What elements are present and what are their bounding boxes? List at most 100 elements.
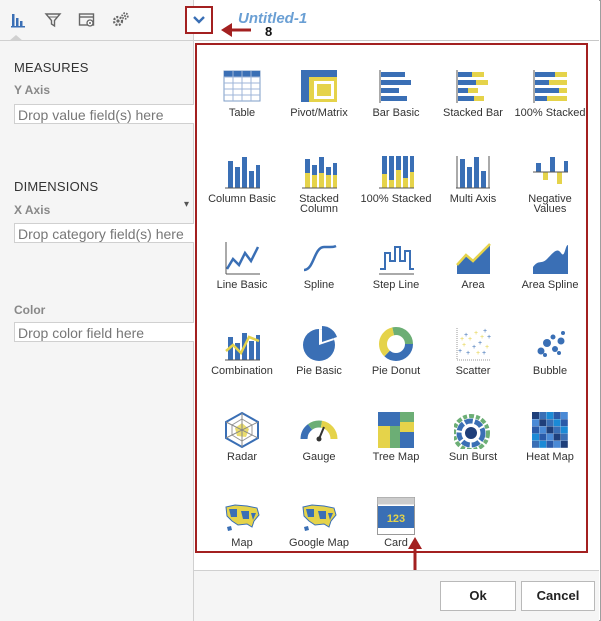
stacked-bar-icon xyxy=(454,67,492,105)
chart-type-label: Spline xyxy=(303,279,335,291)
chart-type-bubble[interactable]: Bubble xyxy=(511,305,589,387)
pivot-matrix-icon xyxy=(300,67,338,105)
chart-type-radar[interactable]: Radar xyxy=(203,391,281,473)
cancel-button[interactable]: Cancel xyxy=(521,581,595,611)
chart-type-label: Heat Map xyxy=(526,451,574,463)
stacked-100-bar-icon xyxy=(531,67,569,105)
sort-icon[interactable]: ▾ xyxy=(184,199,189,210)
chart-type-us-map[interactable]: Map xyxy=(203,477,281,559)
filter-icon[interactable] xyxy=(43,10,63,30)
color-label: Color xyxy=(14,303,46,317)
active-tab-marker xyxy=(9,35,23,41)
svg-text:+: + xyxy=(466,350,470,357)
chart-type-label: Stacked Column xyxy=(299,193,339,215)
chart-type-gallery: Table Pivot/Matrix Bar Basic Stacked Bar 100… xyxy=(195,43,588,553)
chart-type-label: Table xyxy=(228,107,256,119)
settings-window-icon[interactable] xyxy=(77,10,97,30)
svg-text:+: + xyxy=(476,350,480,357)
stacked-column-icon xyxy=(300,153,338,191)
chart-type-label: Sun Burst xyxy=(448,451,498,463)
chart-type-label: Tree Map xyxy=(372,451,420,463)
chart-type-label: Card xyxy=(384,537,408,549)
radar-icon xyxy=(223,411,261,449)
ok-button[interactable]: Ok xyxy=(440,581,516,611)
chart-type-line-basic[interactable]: Line Basic xyxy=(203,219,281,301)
card-icon: 123 xyxy=(377,497,415,535)
panel-toolbar xyxy=(0,0,193,41)
chart-type-label: Gauge xyxy=(302,451,336,463)
google-map-icon xyxy=(300,497,338,535)
gears-icon[interactable] xyxy=(111,10,131,30)
chart-type-step-line[interactable]: Step Line xyxy=(357,219,435,301)
area-icon xyxy=(454,239,492,277)
chart-type-label: Bubble xyxy=(532,365,568,377)
step-line-icon xyxy=(377,239,415,277)
stacked-100-column-icon xyxy=(377,153,415,191)
y-axis-drop-zone[interactable]: Drop value field(s) here xyxy=(14,104,194,124)
chart-type-combination[interactable]: Combination xyxy=(203,305,281,387)
sun-burst-icon xyxy=(452,411,492,452)
chart-type-table[interactable]: Table xyxy=(203,47,281,129)
chart-type-stacked-100-bar[interactable]: 100% Stacked xyxy=(511,47,589,129)
chart-type-stacked-100-column[interactable]: 100% Stacked xyxy=(357,133,435,215)
chart-type-area-spline[interactable]: Area Spline xyxy=(511,219,589,301)
chart-type-scatter[interactable]: + + + + + + + + + + + + + + + Scatter xyxy=(434,305,512,387)
gauge-icon xyxy=(300,411,338,449)
combination-icon xyxy=(223,325,261,363)
chart-type-stacked-bar[interactable]: Stacked Bar xyxy=(434,47,512,129)
tree-map-icon xyxy=(377,411,415,449)
bar-chart-icon[interactable] xyxy=(9,10,29,30)
svg-text:+: + xyxy=(462,342,466,349)
chart-type-label: Combination xyxy=(211,365,273,377)
chart-type-column-basic[interactable]: Column Basic xyxy=(203,133,281,215)
chart-type-google-map[interactable]: Google Map xyxy=(280,477,358,559)
chart-type-negative-values[interactable]: Negative Values xyxy=(511,133,589,215)
svg-text:+: + xyxy=(482,350,486,357)
card-value: 123 xyxy=(387,513,405,525)
line-basic-icon xyxy=(223,239,261,277)
table-icon xyxy=(223,67,261,105)
svg-text:+: + xyxy=(474,330,478,337)
chart-type-stacked-column[interactable]: Stacked Column xyxy=(280,133,358,215)
bubble-icon xyxy=(531,325,569,363)
chart-type-label: Scatter xyxy=(455,365,491,377)
svg-text:+: + xyxy=(487,334,491,341)
spline-icon xyxy=(300,239,338,277)
chart-type-label: Pie Donut xyxy=(371,365,421,377)
x-axis-drop-zone[interactable]: Drop category field(s) here xyxy=(14,223,194,243)
field-panel: MEASURES Y Axis Drop value field(s) here… xyxy=(0,0,194,621)
chart-type-multi-axis[interactable]: Multi Axis xyxy=(434,133,512,215)
chart-type-gauge[interactable]: Gauge xyxy=(280,391,358,473)
chart-type-label: Area xyxy=(461,279,485,291)
chart-type-pie-basic[interactable]: Pie Basic xyxy=(280,305,358,387)
chart-type-heat-map[interactable]: Heat Map xyxy=(511,391,589,473)
dimensions-title: DIMENSIONS xyxy=(14,179,99,194)
column-basic-icon xyxy=(223,153,261,191)
chart-type-tree-map[interactable]: Tree Map xyxy=(357,391,435,473)
chart-type-pivot-matrix[interactable]: Pivot/Matrix xyxy=(280,47,358,129)
chart-type-sun-burst[interactable]: Sun Burst xyxy=(434,391,512,473)
chart-type-label: Negative Values xyxy=(528,193,572,215)
pie-basic-icon xyxy=(300,325,338,363)
svg-text:+: + xyxy=(458,348,462,355)
svg-text:+: + xyxy=(468,336,472,343)
multi-axis-icon xyxy=(454,153,492,191)
chart-type-pie-donut[interactable]: Pie Donut xyxy=(357,305,435,387)
chart-type-card[interactable]: 123 Card xyxy=(357,477,435,559)
us-map-icon xyxy=(223,497,261,535)
x-axis-label: X Axis xyxy=(14,203,51,217)
chart-type-label: Bar Basic xyxy=(372,107,420,119)
dialog-footer: Ok Cancel xyxy=(194,570,599,621)
chart-type-label: Radar xyxy=(227,451,257,463)
chart-type-spline[interactable]: Spline xyxy=(280,219,358,301)
chart-type-toggle-button[interactable] xyxy=(185,6,213,34)
color-drop-zone[interactable]: Drop color field here xyxy=(14,322,194,342)
chart-type-bar-basic[interactable]: Bar Basic xyxy=(357,47,435,129)
chevron-down-icon xyxy=(193,16,205,24)
svg-text:+: + xyxy=(478,340,482,347)
chart-type-area[interactable]: Area xyxy=(434,219,512,301)
chart-type-label: Step Line xyxy=(372,279,420,291)
chart-type-label: Line Basic xyxy=(216,279,268,291)
chart-type-label: 100% Stacked xyxy=(514,107,586,119)
bar-basic-icon xyxy=(377,67,415,105)
